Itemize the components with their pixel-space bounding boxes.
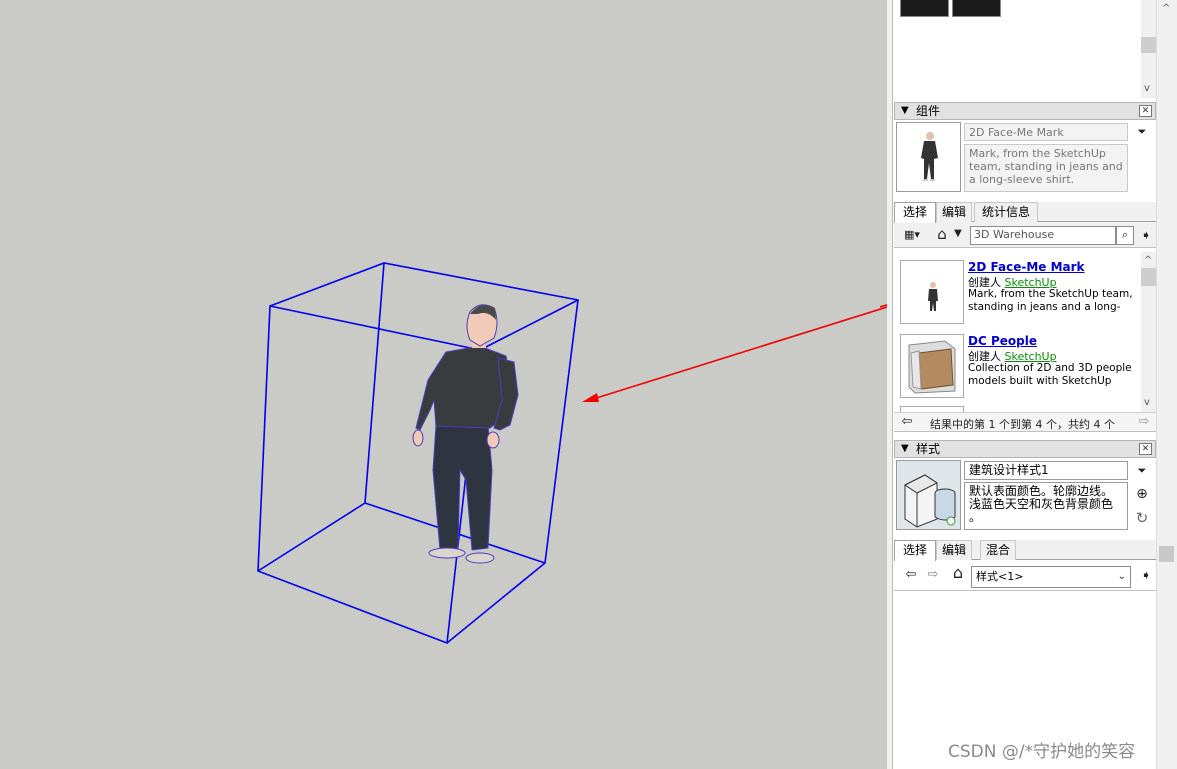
details-arrow-icon[interactable]: ➧ <box>1138 227 1154 243</box>
refresh-icon[interactable]: ↻ <box>1133 510 1151 526</box>
tab-mix[interactable]: 混合 <box>980 540 1016 560</box>
pagination-text: 结果中的第 1 个到第 4 个，共约 4 个 <box>930 418 1115 431</box>
chevron-down-icon[interactable]: v <box>1144 84 1150 94</box>
components-panel-title: 组件 <box>916 104 941 118</box>
result-description-line: Collection of 2D and 3D people <box>968 362 1132 374</box>
result-description: Mark, from the SketchUp team, standing i… <box>968 288 1138 314</box>
home-icon[interactable]: ⌂ <box>948 565 968 581</box>
result-description-line: models built with SketchUp Dyna... <box>968 375 1112 387</box>
styles-panel-title: 样式 <box>916 442 941 456</box>
style-thumbnail <box>896 460 961 530</box>
style-collection-value: 样式<1> <box>976 570 1024 583</box>
result-title-link[interactable]: 2D Face-Me Mark <box>968 260 1085 274</box>
style-description-line: 。 <box>969 510 982 524</box>
materials-swatch-area: v <box>893 0 1156 98</box>
dropdown-icon[interactable]: ▼ <box>952 226 964 242</box>
component-bounding-box <box>257 262 579 644</box>
back-arrow-icon[interactable]: ⇦ <box>902 567 920 583</box>
collapse-triangle-icon[interactable]: ▼ <box>901 442 909 456</box>
selected-component-thumbnail <box>896 122 961 192</box>
viewport-canvas[interactable] <box>0 0 887 769</box>
result-thumbnail[interactable] <box>900 260 964 324</box>
home-icon[interactable]: ⌂ <box>932 226 952 242</box>
chevron-down-icon[interactable]: ⌄ <box>1118 567 1126 587</box>
result-description-line: standing in jeans and a long-slee... <box>968 301 1121 313</box>
result-description: Collection of 2D and 3D people models bu… <box>968 362 1138 388</box>
material-swatch[interactable] <box>952 0 1001 17</box>
collapse-triangle-icon[interactable]: ▼ <box>901 104 909 118</box>
tab-edit[interactable]: 编辑 <box>936 202 972 222</box>
results-pagination-bar: ⇦ 结果中的第 1 个到第 4 个，共约 4 个 ⇨ <box>894 412 1156 432</box>
back-arrow-icon[interactable]: ⇦ <box>899 414 915 430</box>
tray-scrollbar[interactable]: ^ <box>1156 0 1177 769</box>
components-tabbar: 选择 编辑 统计信息 <box>894 202 1156 223</box>
style-name-field[interactable]: 建筑设计样式1 <box>964 461 1128 480</box>
chevron-up-icon[interactable]: ^ <box>1162 4 1170 14</box>
result-thumbnail[interactable] <box>900 334 964 398</box>
swatch-scrollbar[interactable]: v <box>1141 0 1156 98</box>
styles-toolbar: ⇦ ⇨ ⌂ 样式<1> ⌄ ➧ <box>894 561 1156 591</box>
search-input[interactable]: 3D Warehouse <box>970 226 1116 245</box>
component-results-list: 2D Face-Me Mark 创建人 SketchUp Mark, from … <box>893 252 1156 412</box>
material-swatch[interactable] <box>900 0 949 17</box>
result-description-line: Mark, from the SketchUp team, <box>968 288 1133 300</box>
component-description-field[interactable]: Mark, from the SketchUp team, standing i… <box>964 144 1128 192</box>
list-item[interactable]: 2D Face-Me Mark 创建人 SketchUp Mark, from … <box>895 254 1139 324</box>
styles-tabbar: 选择 编辑 混合 <box>894 540 1156 561</box>
details-arrow-icon[interactable]: ➧ <box>1138 567 1154 583</box>
watermark: CSDN @/*守护她的笑容 <box>948 742 1136 762</box>
style-description-line: 浅蓝色天空和灰色背景颜色 <box>969 497 1114 511</box>
chevron-up-icon[interactable]: ^ <box>1144 256 1152 266</box>
close-icon[interactable]: ✕ <box>1139 443 1152 455</box>
details-icon[interactable]: ⏷ <box>1135 463 1149 479</box>
style-collection-select[interactable]: 样式<1> ⌄ <box>971 566 1131 588</box>
components-panel-header[interactable]: ▼ 组件 ✕ <box>894 102 1156 120</box>
search-icon[interactable]: ⌕ <box>1116 226 1134 245</box>
chevron-down-icon[interactable]: v <box>1144 398 1150 408</box>
tab-edit[interactable]: 编辑 <box>936 540 972 560</box>
tab-select[interactable]: 选择 <box>894 540 936 561</box>
view-options-icon[interactable]: ▦▾ <box>902 227 922 243</box>
model-viewport[interactable] <box>0 0 887 769</box>
default-tray: v ▼ 组件 ✕ 2D Face-Me Mark Mark, from the … <box>892 0 1156 769</box>
annotation-arrow <box>582 306 887 402</box>
close-icon[interactable]: ✕ <box>1139 105 1152 117</box>
add-style-icon[interactable]: ⊕ <box>1133 486 1151 502</box>
result-title-link[interactable]: DC People <box>968 334 1037 348</box>
component-name-field[interactable]: 2D Face-Me Mark <box>964 123 1128 141</box>
forward-arrow-icon[interactable]: ⇨ <box>924 567 942 583</box>
results-scrollbar[interactable]: ^ v <box>1141 252 1156 412</box>
tab-statistics[interactable]: 统计信息 <box>974 202 1038 222</box>
styles-panel-header[interactable]: ▼ 样式 ✕ <box>894 440 1156 458</box>
forward-arrow-icon[interactable]: ⇨ <box>1136 414 1152 430</box>
style-description-field[interactable]: 默认表面颜色。轮廓边线。 浅蓝色天空和灰色背景颜色 。 <box>964 482 1128 530</box>
details-icon[interactable]: ⏷ <box>1135 124 1149 140</box>
list-item[interactable]: DC People 创建人 SketchUp Collection of 2D … <box>895 328 1139 398</box>
tab-select[interactable]: 选择 <box>894 202 936 223</box>
components-toolbar: ▦▾ ⌂ ▼ 3D Warehouse ⌕ ➧ <box>894 222 1156 248</box>
